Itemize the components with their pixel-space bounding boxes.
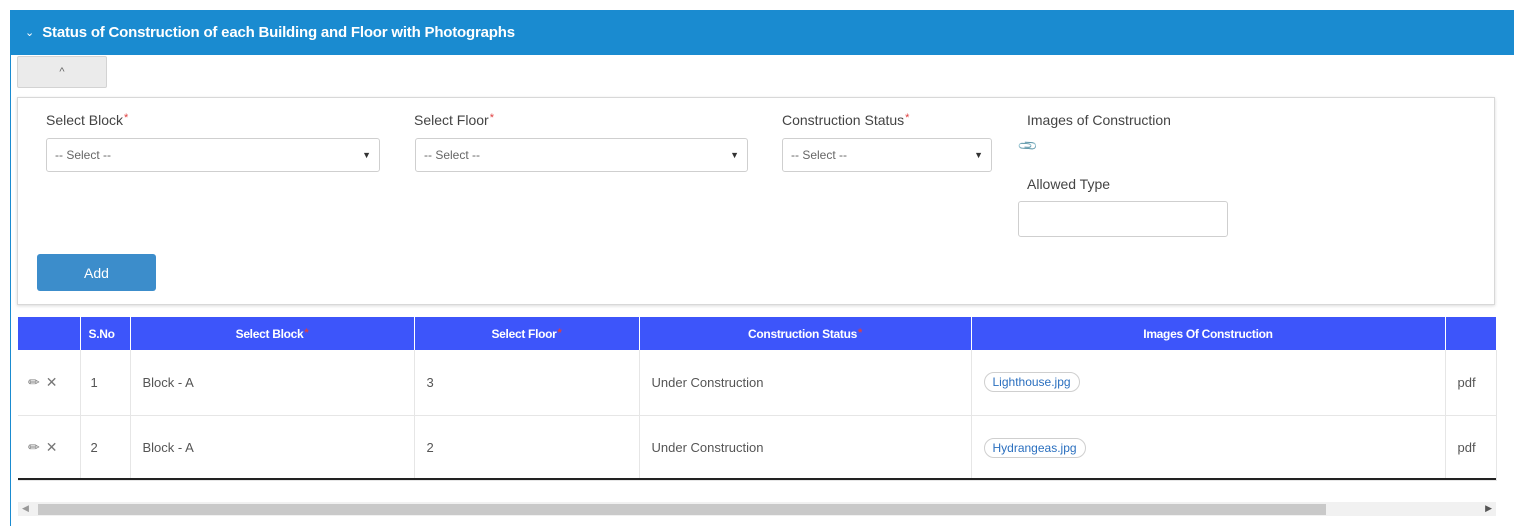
row-floor: 3 (414, 350, 640, 416)
construction-status-dropdown[interactable]: -- Select -- ▼ (782, 138, 992, 172)
add-button[interactable]: Add (37, 254, 156, 291)
column-header-images: Images Of Construction (971, 317, 1446, 350)
required-marker: * (489, 112, 494, 124)
dropdown-arrow-icon: ▼ (362, 150, 371, 160)
required-marker: * (124, 112, 129, 124)
table-header-row: S.No Select Block* Select Floor* Constru… (18, 317, 1497, 350)
select-block-value: -- Select -- (55, 148, 112, 162)
construction-table: S.No Select Block* Select Floor* Constru… (18, 317, 1497, 481)
delete-x-icon[interactable]: ✕ (46, 439, 58, 455)
row-image-cell: Hydrangeas.jpg (971, 415, 1446, 481)
row-floor: 2 (414, 415, 640, 481)
select-block-dropdown[interactable]: -- Select -- ▼ (46, 138, 380, 172)
dropdown-arrow-icon: ▼ (974, 150, 983, 160)
construction-status-label: Construction Status* (782, 112, 910, 128)
scrollbar-thumb[interactable] (38, 504, 1326, 515)
select-floor-value: -- Select -- (424, 148, 481, 162)
image-file-link[interactable]: Hydrangeas.jpg (983, 437, 1086, 458)
construction-status-value: -- Select -- (791, 148, 848, 162)
select-floor-dropdown[interactable]: -- Select -- ▼ (415, 138, 748, 172)
scroll-right-arrow-icon[interactable]: ▶ (1485, 503, 1492, 514)
horizontal-scrollbar[interactable]: ◀ ▶ (18, 502, 1496, 516)
select-floor-label: Select Floor* (414, 112, 494, 128)
row-block: Block - A (130, 415, 415, 481)
edit-pencil-icon[interactable]: ✏ (28, 374, 40, 390)
edit-pencil-icon[interactable]: ✏ (28, 439, 40, 455)
column-header-sno: S.No (80, 317, 131, 350)
add-construction-form: Select Block* -- Select -- ▼ Select Floo… (17, 97, 1495, 305)
table-row: ✏ ✕ 2 Block - A 2 Under Construction Hydr… (18, 415, 1497, 481)
image-file-link[interactable]: Lighthouse.jpg (983, 372, 1080, 393)
column-header-type (1445, 317, 1497, 350)
row-status: Under Construction (639, 415, 972, 481)
paperclip-icon[interactable]: 📎 (1017, 135, 1040, 158)
row-actions: ✏ ✕ (18, 415, 81, 481)
collapse-button[interactable]: ^ (17, 56, 107, 88)
table-row: ✏ ✕ 1 Block - A 3 Under Construction Ligh… (18, 350, 1497, 416)
select-block-label: Select Block* (46, 112, 129, 128)
row-sno: 1 (80, 350, 131, 416)
column-header-construction-status: Construction Status* (639, 317, 972, 350)
row-type: pdf (1445, 415, 1497, 481)
row-actions: ✏ ✕ (18, 350, 81, 416)
scroll-left-arrow-icon[interactable]: ◀ (22, 503, 29, 514)
column-header-select-block: Select Block* (130, 317, 415, 350)
row-block: Block - A (130, 350, 415, 416)
allowed-type-input[interactable] (1018, 201, 1228, 237)
images-of-construction-label: Images of Construction (1027, 112, 1171, 128)
required-marker: * (905, 112, 910, 124)
column-header-select-floor: Select Floor* (414, 317, 640, 350)
panel-header[interactable]: ⌄ Status of Construction of each Buildin… (11, 10, 1514, 55)
dropdown-arrow-icon: ▼ (730, 150, 739, 160)
row-sno: 2 (80, 415, 131, 481)
row-type: pdf (1445, 350, 1497, 416)
row-image-cell: Lighthouse.jpg (971, 350, 1446, 416)
delete-x-icon[interactable]: ✕ (46, 374, 58, 390)
allowed-type-label: Allowed Type (1027, 176, 1111, 192)
column-header-actions (18, 317, 81, 350)
row-status: Under Construction (639, 350, 972, 416)
chevron-up-icon: ^ (59, 66, 65, 78)
chevron-down-icon[interactable]: ⌄ (25, 26, 34, 39)
panel-title: Status of Construction of each Building … (42, 24, 515, 41)
table-bottom-border (18, 478, 1496, 480)
